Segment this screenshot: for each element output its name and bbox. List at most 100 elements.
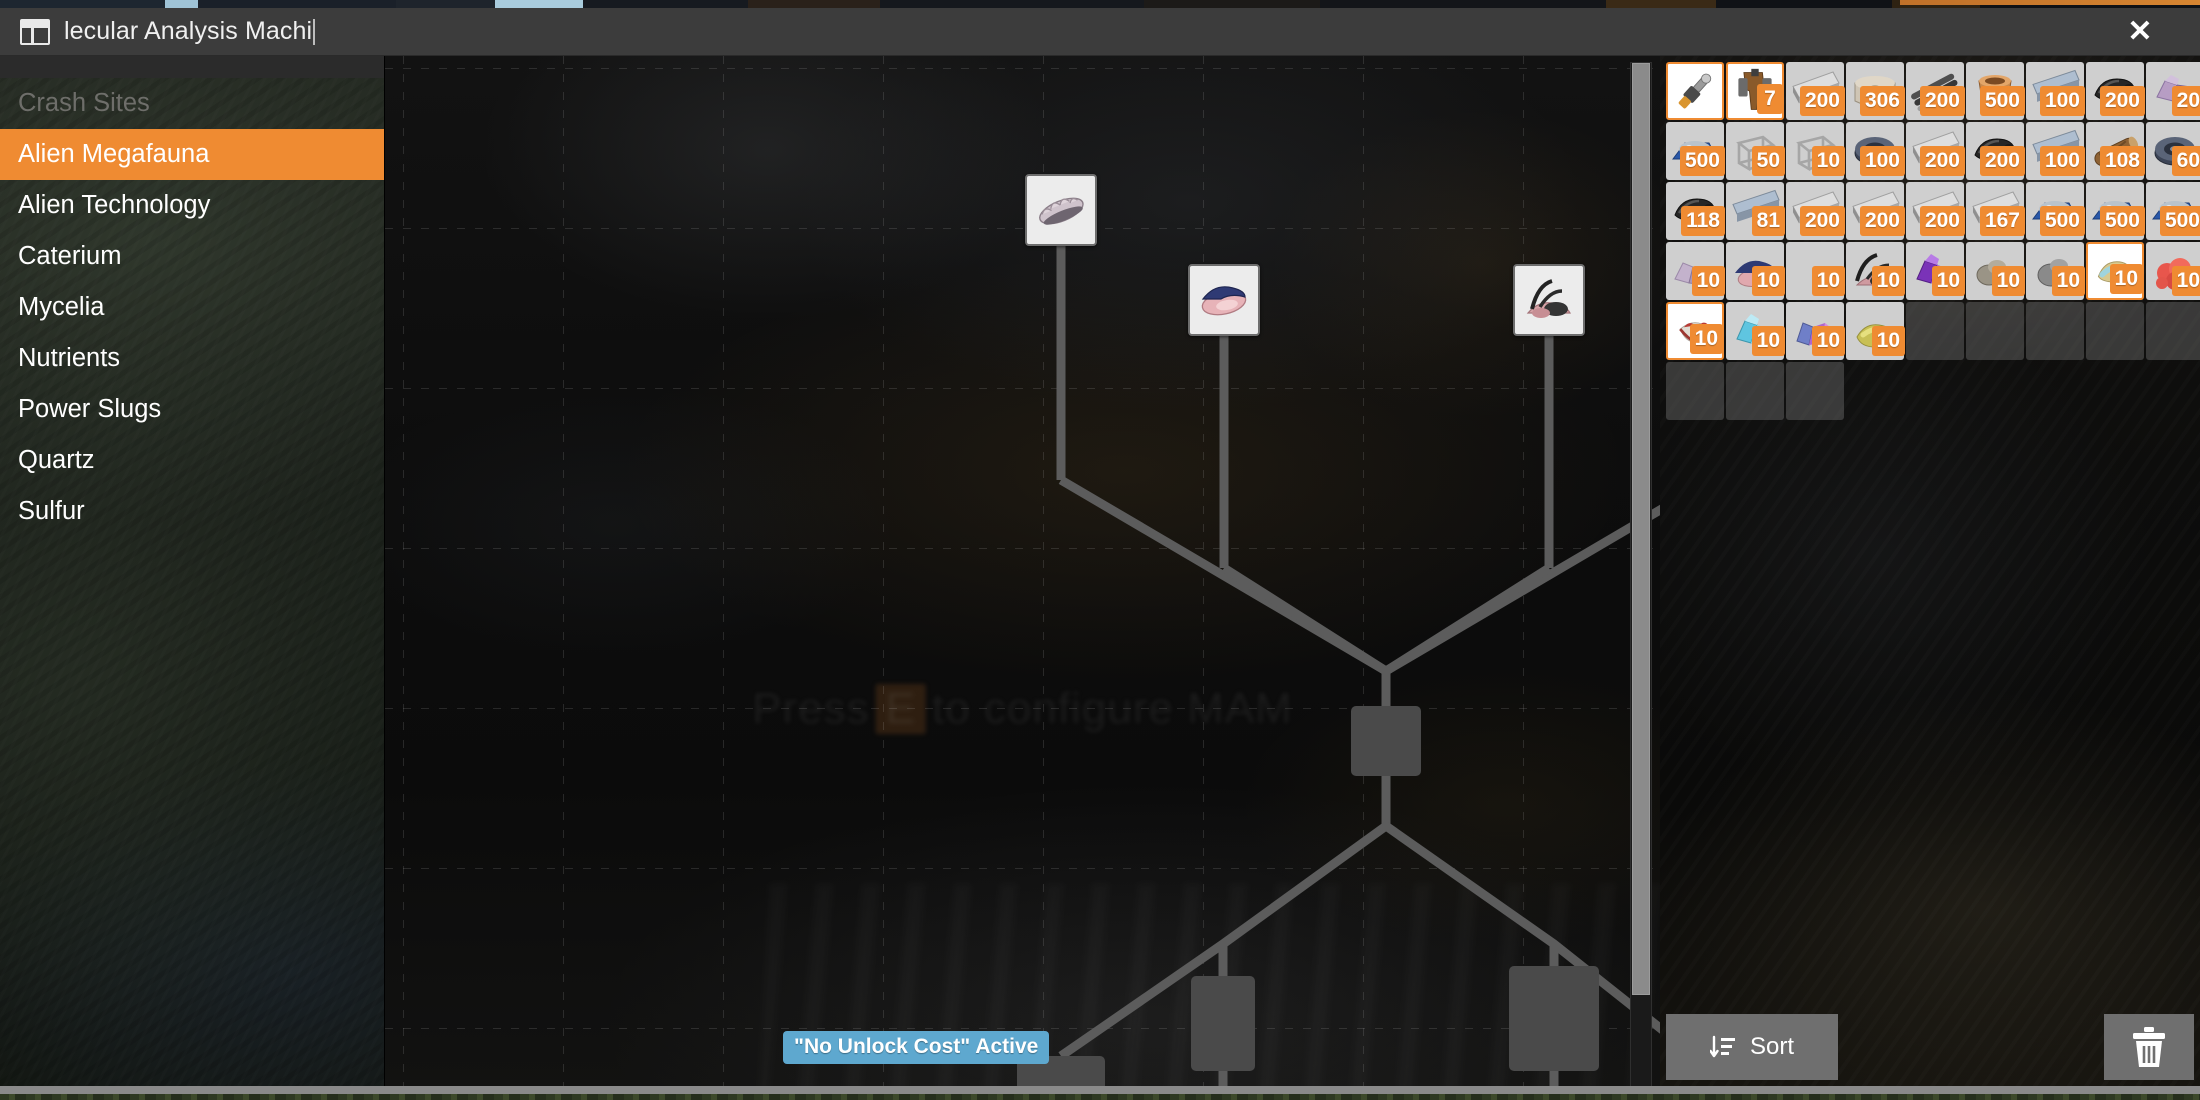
item-quantity: 10 [1691, 266, 1725, 296]
sidebar-item-sulfur[interactable]: Sulfur [0, 486, 384, 537]
mam-window: lecular Analysis Machi ✕ Crash Sites Alie… [0, 8, 2200, 1094]
inventory-slot[interactable]: 60 [2146, 122, 2200, 180]
research-node-alien-organs[interactable] [1188, 264, 1260, 336]
inventory-slot[interactable]: 10 [1846, 302, 1905, 360]
inventory-slot[interactable]: 20 [2146, 62, 2200, 120]
inventory-slot[interactable]: 10 [2026, 242, 2085, 300]
sidebar-item-power-slugs[interactable]: Power Slugs [0, 384, 384, 435]
inventory-slot-empty[interactable] [1726, 362, 1784, 420]
research-node-locked[interactable] [1191, 976, 1255, 1071]
item-quantity: 200 [1799, 206, 1845, 236]
sidebar-item-alien-technology[interactable]: Alien Technology [0, 180, 384, 231]
inventory-slot[interactable]: 10 [1786, 122, 1845, 180]
research-node-locked[interactable] [1509, 966, 1599, 1071]
item-quantity: 108 [2099, 146, 2145, 176]
item-quantity: 100 [1859, 146, 1905, 176]
item-quantity: 200 [1859, 206, 1905, 236]
inventory-slot[interactable]: 10 [1666, 302, 1724, 360]
inventory-slot[interactable]: 500 [2086, 182, 2145, 240]
item-quantity: 200 [1979, 146, 2025, 176]
item-quantity: 10 [1811, 326, 1845, 356]
inventory-slot[interactable]: 500 [1966, 62, 2025, 120]
inventory-slot[interactable]: 100 [1846, 122, 1905, 180]
item-quantity: 200 [1799, 86, 1845, 116]
research-node-locked[interactable] [1351, 706, 1421, 776]
sidebar-item-label: Power Slugs [18, 395, 162, 423]
category-list: Crash Sites Alien Megafauna Alien Technolo… [0, 56, 384, 537]
inventory-slot[interactable]: 10 [2086, 242, 2144, 300]
inventory-slot[interactable]: 500 [1666, 122, 1725, 180]
research-node-hog-remains[interactable] [1513, 264, 1585, 336]
tree-scrollbar[interactable] [1630, 62, 1652, 1088]
inventory-slot[interactable]: 50 [1726, 122, 1785, 180]
inventory-slot[interactable]: 200 [1846, 182, 1905, 240]
inventory-slot[interactable]: 100 [2026, 62, 2085, 120]
inventory-slot[interactable]: 10 [2146, 242, 2200, 300]
research-tree-viewport[interactable]: Press Eto configure MAM "No Unlock Cost" … [384, 56, 1660, 1094]
item-quantity: 81 [1751, 206, 1785, 236]
item-quantity: 200 [1919, 86, 1965, 116]
tree-connector-lines [1056, 246, 1660, 1094]
close-icon[interactable]: ✕ [2080, 8, 2200, 55]
inventory-slot[interactable]: 10 [1786, 242, 1845, 300]
inventory-slot[interactable]: 118 [1666, 182, 1725, 240]
sidebar-item-quartz[interactable]: Quartz [0, 435, 384, 486]
item-quantity: 10 [1751, 326, 1785, 356]
inventory-slot[interactable]: 200 [1906, 182, 1965, 240]
inventory-slot-empty[interactable] [1786, 362, 1844, 420]
inventory-slot-empty[interactable] [2086, 302, 2144, 360]
tree-scrollbar-thumb[interactable] [1632, 63, 1650, 995]
title-text-caret [313, 18, 316, 45]
inventory-slot-empty[interactable] [2146, 302, 2200, 360]
inventory-slot[interactable]: 10 [1966, 242, 2025, 300]
inventory-slot[interactable]: 100 [2026, 122, 2085, 180]
inventory-slot-empty[interactable] [1666, 362, 1724, 420]
item-quantity: 10 [1931, 266, 1965, 296]
inventory-slot[interactable]: 10 [1906, 242, 1965, 300]
inventory-slot[interactable]: 500 [2146, 182, 2200, 240]
sort-button[interactable]: Sort [1666, 1014, 1838, 1080]
inventory-slot[interactable]: 10 [1726, 302, 1785, 360]
inventory-slot-empty[interactable] [2026, 302, 2084, 360]
item-quantity: 200 [1919, 146, 1965, 176]
item-quantity: 10 [1811, 266, 1845, 296]
inventory-slot[interactable]: 81 [1726, 182, 1785, 240]
inventory-slot[interactable]: 200 [1786, 182, 1845, 240]
inventory-slot[interactable]: 10 [1666, 242, 1725, 300]
item-quantity: 500 [1679, 146, 1725, 176]
inventory-slot-empty[interactable] [1906, 302, 1964, 360]
sidebar-item-mycelia[interactable]: Mycelia [0, 282, 384, 333]
item-quantity: 200 [1919, 206, 1965, 236]
inventory-slot[interactable]: 10 [1846, 242, 1905, 300]
delete-button[interactable] [2104, 1014, 2194, 1080]
item-quantity: 500 [2099, 206, 2145, 236]
inventory-slot-empty[interactable] [1966, 302, 2024, 360]
sidebar-item-nutrients[interactable]: Nutrients [0, 333, 384, 384]
alien-organs-icon [1197, 273, 1251, 327]
inventory-slot[interactable]: 200 [1906, 122, 1965, 180]
sidebar-item-caterium[interactable]: Caterium [0, 231, 384, 282]
inventory-slot[interactable]: 200 [1906, 62, 1965, 120]
item-quantity: 10 [2051, 266, 2085, 296]
inventory-slot[interactable]: 7 [1726, 62, 1784, 120]
category-sidebar: Crash Sites Alien Megafauna Alien Technolo… [0, 56, 384, 1094]
item-quantity: 500 [2039, 206, 2085, 236]
inventory-slot[interactable]: 500 [2026, 182, 2085, 240]
inventory-slot[interactable]: 108 [2086, 122, 2145, 180]
inventory-grid: 7 200 306 200 500 100 200 20 500 50 10 100 200 200 100… [1666, 62, 2200, 420]
desktop-bottom-edge [0, 1094, 2200, 1100]
inventory-slot[interactable]: 10 [1726, 242, 1785, 300]
inventory-slot[interactable]: 200 [1966, 122, 2025, 180]
inventory-slot[interactable]: 200 [2086, 62, 2145, 120]
inventory-slot[interactable]: 10 [1786, 302, 1845, 360]
inventory-slot[interactable] [1666, 62, 1724, 120]
inventory-footer: Sort [1666, 1014, 2194, 1080]
inventory-slot[interactable]: 167 [1966, 182, 2025, 240]
item-quantity: 118 [1681, 206, 1725, 236]
window-body: Crash Sites Alien Megafauna Alien Technolo… [0, 56, 2200, 1094]
inventory-slot[interactable]: 200 [1786, 62, 1845, 120]
research-node-alien-carapace[interactable] [1025, 174, 1097, 246]
inventory-slot[interactable]: 306 [1846, 62, 1905, 120]
sidebar-item-alien-megafauna[interactable]: Alien Megafauna [0, 129, 384, 180]
item-quantity: 10 [1811, 146, 1845, 176]
